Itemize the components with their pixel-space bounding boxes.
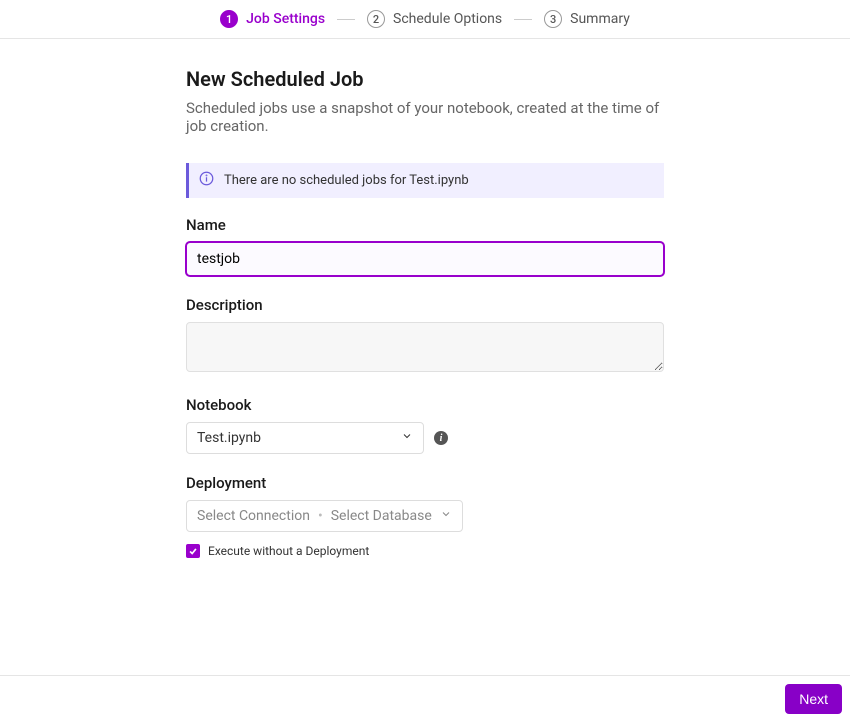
info-banner: There are no scheduled jobs for Test.ipy… bbox=[186, 163, 664, 198]
deployment-group: Deployment Select Connection • Select Da… bbox=[186, 474, 664, 558]
step-label: Schedule Options bbox=[393, 11, 502, 27]
step-schedule-options[interactable]: 2 Schedule Options bbox=[367, 10, 502, 28]
description-label: Description bbox=[186, 296, 664, 314]
step-connector bbox=[337, 19, 355, 20]
step-number: 1 bbox=[220, 10, 238, 28]
separator-dot: • bbox=[318, 508, 323, 524]
execute-without-deployment-row: Execute without a Deployment bbox=[186, 544, 664, 558]
notebook-group: Notebook Test.ipynb i bbox=[186, 396, 664, 454]
next-button[interactable]: Next bbox=[785, 684, 842, 714]
step-job-settings[interactable]: 1 Job Settings bbox=[220, 10, 325, 28]
name-label: Name bbox=[186, 216, 664, 234]
deployment-select[interactable]: Select Connection • Select Database bbox=[186, 500, 463, 532]
footer: Next bbox=[0, 675, 850, 722]
page-title: New Scheduled Job bbox=[186, 67, 664, 91]
page-subtitle: Scheduled jobs use a snapshot of your no… bbox=[186, 99, 664, 135]
info-banner-text: There are no scheduled jobs for Test.ipy… bbox=[224, 173, 469, 188]
notebook-info-icon[interactable]: i bbox=[434, 431, 448, 445]
deployment-label: Deployment bbox=[186, 474, 664, 492]
notebook-select-value: Test.ipynb bbox=[197, 430, 261, 446]
chevron-down-icon bbox=[401, 430, 413, 446]
name-group: Name bbox=[186, 216, 664, 276]
step-summary[interactable]: 3 Summary bbox=[544, 10, 630, 28]
description-group: Description bbox=[186, 296, 664, 376]
description-input[interactable] bbox=[186, 322, 664, 372]
step-label: Job Settings bbox=[246, 11, 325, 27]
info-icon bbox=[199, 171, 214, 190]
stepper: 1 Job Settings 2 Schedule Options 3 Summ… bbox=[0, 0, 850, 39]
notebook-select[interactable]: Test.ipynb bbox=[186, 422, 424, 454]
chevron-down-icon bbox=[440, 508, 452, 524]
main-content: New Scheduled Job Scheduled jobs use a s… bbox=[186, 39, 664, 558]
deployment-connection-placeholder: Select Connection bbox=[197, 508, 310, 524]
step-number: 2 bbox=[367, 10, 385, 28]
step-label: Summary bbox=[570, 11, 630, 27]
execute-without-deployment-label: Execute without a Deployment bbox=[208, 544, 369, 558]
step-connector bbox=[514, 19, 532, 20]
name-input[interactable] bbox=[186, 242, 664, 276]
execute-without-deployment-checkbox[interactable] bbox=[186, 544, 200, 558]
notebook-label: Notebook bbox=[186, 396, 664, 414]
deployment-database-placeholder: Select Database bbox=[331, 508, 432, 524]
step-number: 3 bbox=[544, 10, 562, 28]
